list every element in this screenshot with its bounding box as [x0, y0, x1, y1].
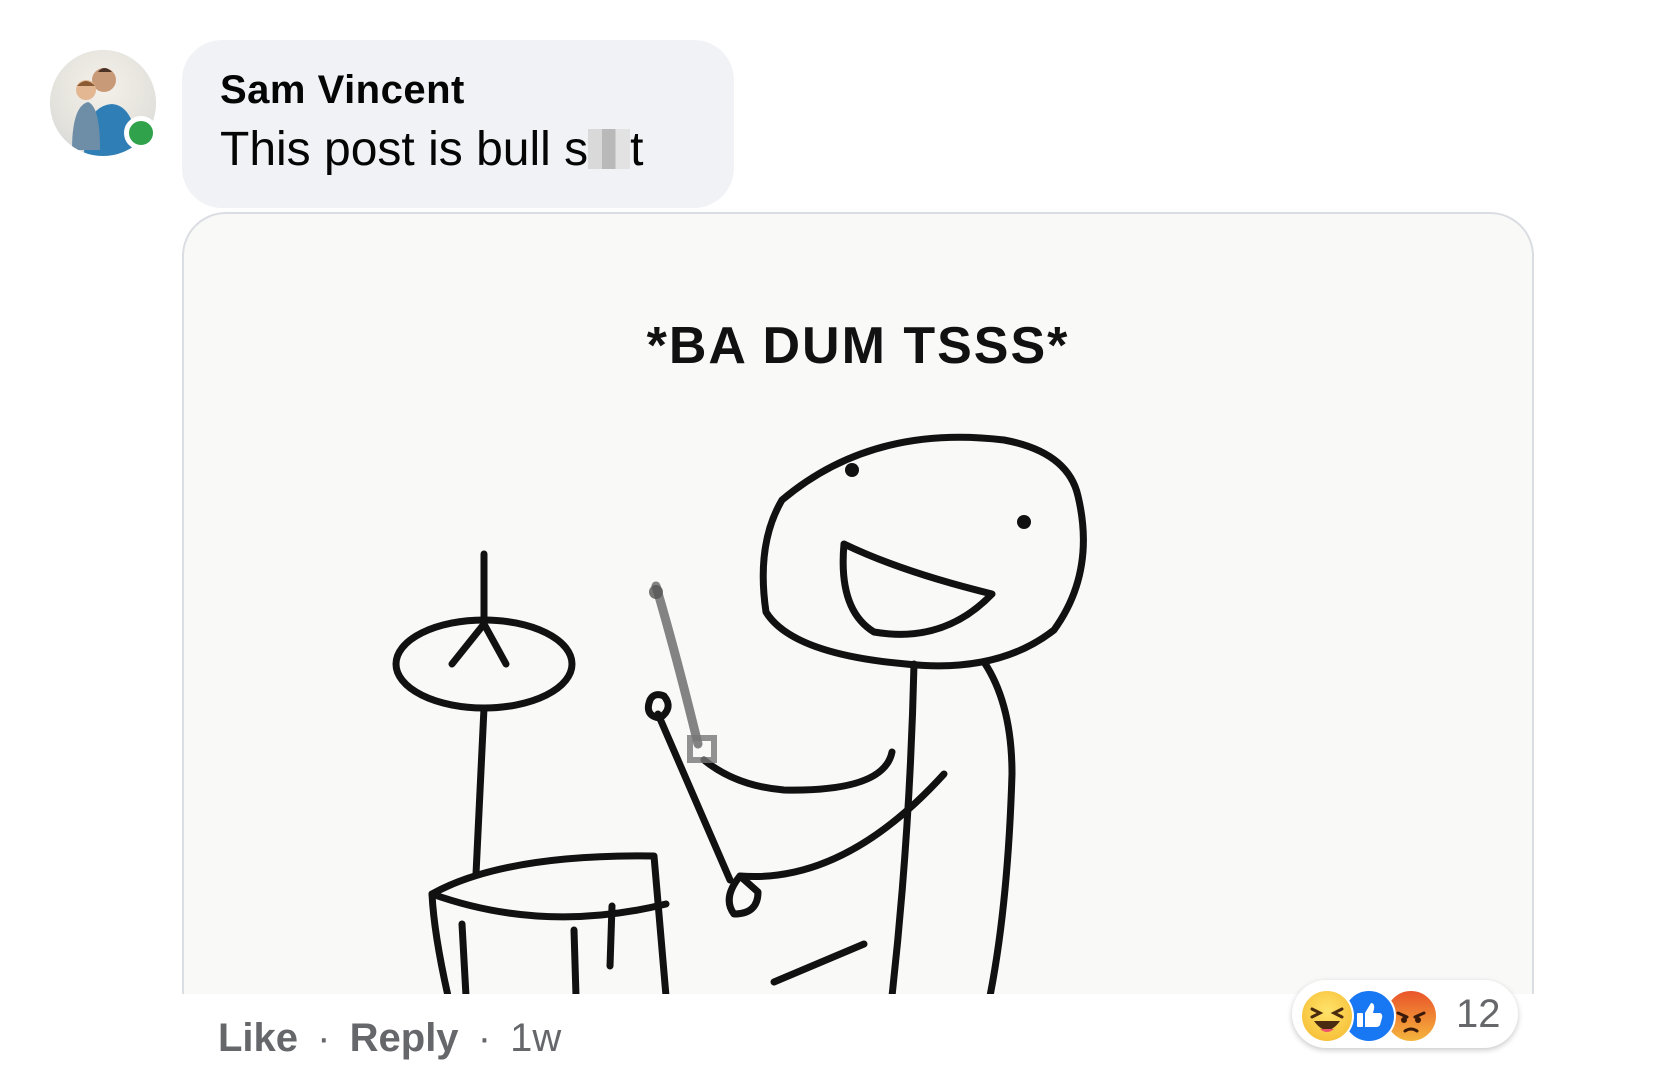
- reaction-count: 12: [1456, 992, 1501, 1036]
- comment-text-start: This post is bull s: [220, 123, 589, 176]
- comment-bubble: Sam Vincent This post is bull s t: [182, 40, 734, 208]
- separator-dot: ·: [317, 1016, 331, 1060]
- comment-text-end: t: [630, 123, 644, 176]
- comment-actions: Like · Reply · 1w: [218, 1016, 561, 1061]
- reactions-summary[interactable]: 12: [1292, 980, 1518, 1048]
- separator-dot: ·: [477, 1016, 492, 1060]
- haha-icon: [1300, 989, 1354, 1043]
- gif-caption: *BA DUM TSSS*: [646, 317, 1070, 375]
- comment-text: This post is bull s t: [220, 122, 643, 177]
- online-status-dot: [124, 116, 158, 150]
- gif-attachment[interactable]: *BA DUM TSSS*: [182, 212, 1534, 994]
- comment-timestamp[interactable]: 1w: [510, 1016, 561, 1060]
- censored-text-block: [588, 129, 631, 169]
- avatar[interactable]: [50, 50, 158, 156]
- comment-author[interactable]: Sam Vincent: [220, 68, 465, 113]
- reply-link[interactable]: Reply: [350, 1016, 459, 1060]
- like-link[interactable]: Like: [218, 1016, 298, 1060]
